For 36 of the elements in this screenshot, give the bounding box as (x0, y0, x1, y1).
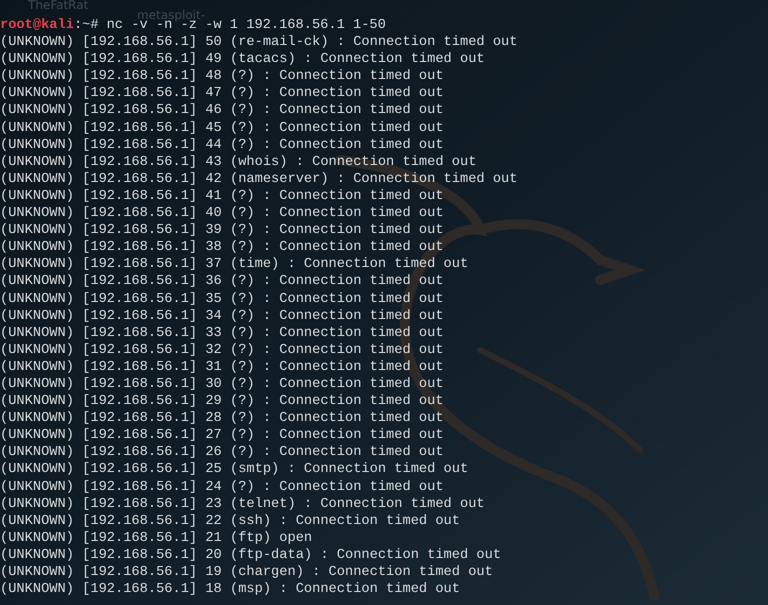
output-line: (UNKNOWN) [192.168.56.1] 32 (?) : Connection timed out (0, 342, 444, 359)
output-line: (UNKNOWN) [192.168.56.1] 44 (?) : Connection timed out (0, 136, 444, 154)
output-line: (UNKNOWN) [192.168.56.1] 48 (?) : Connection timed out (0, 68, 444, 86)
output-line: (UNKNOWN) [192.168.56.1] 38 (?) : Connection timed out (0, 239, 444, 256)
output-line: (UNKNOWN) [192.168.56.1] 43 (whois) : Connection timed out (0, 154, 476, 171)
output-line: (UNKNOWN) [192.168.56.1] 31 (?) : Connection timed out (0, 358, 444, 376)
output-line: (UNKNOWN) [192.168.56.1] 26 (?) : Connection timed out (0, 444, 444, 462)
output-line: (UNKNOWN) [192.168.56.1] 34 (?) : Connection timed out (0, 308, 444, 325)
output-line: (UNKNOWN) [192.168.56.1] 33 (?) : Connection timed out (0, 324, 444, 342)
prompt-path: :~# (74, 17, 99, 34)
output-line: (UNKNOWN) [192.168.56.1] 20 (ftp-data) : Connection timed out (0, 546, 502, 564)
output-line: (UNKNOWN) [192.168.56.1] 30 (?) : Connection timed out (0, 376, 444, 394)
output-line: (UNKNOWN) [192.168.56.1] 36 (?) : Connection timed out (0, 273, 444, 290)
output-line: (UNKNOWN) [192.168.56.1] 49 (tacacs) : Connection timed out (0, 51, 485, 68)
output-line: (UNKNOWN) [192.168.56.1] 50 (re-mail-ck) : Connection timed out (0, 34, 518, 52)
output-line: (UNKNOWN) [192.168.56.1] 28 (?) : Connection timed out (0, 410, 444, 428)
output-line: (UNKNOWN) [192.168.56.1] 40 (?) : Connection timed out (0, 205, 444, 222)
output-line: (UNKNOWN) [192.168.56.1] 37 (time) : Connection timed out (0, 256, 468, 274)
output-line: (UNKNOWN) [192.168.56.1] 46 (?) : Connection timed out (0, 102, 444, 120)
output-line: (UNKNOWN) [192.168.56.1] 35 (?) : Connection timed out (0, 290, 444, 308)
output-line: (UNKNOWN) [192.168.56.1] 21 (ftp) open (0, 530, 312, 547)
output-line: (UNKNOWN) [192.168.56.1] 29 (?) : Connection timed out (0, 393, 444, 410)
output-line: (UNKNOWN) [192.168.56.1] 23 (telnet) : Connection timed out (0, 496, 485, 513)
output-line: (UNKNOWN) [192.168.56.1] 25 (smtp) : Connection timed out (0, 461, 468, 479)
output-line: (UNKNOWN) [192.168.56.1] 24 (?) : Connection timed out (0, 478, 444, 496)
output-line: (UNKNOWN) [192.168.56.1] 39 (?) : Connection timed out (0, 222, 444, 240)
prompt-user-host: root@kali (0, 17, 74, 34)
output-line: (UNKNOWN) [192.168.56.1] 19 (chargen) : Connection timed out (0, 564, 493, 582)
desktop-icon-label: metasploit- (137, 7, 206, 22)
output-line: (UNKNOWN) [192.168.56.1] 41 (?) : Connection timed out (0, 188, 444, 206)
output-line: (UNKNOWN) [192.168.56.1] 18 (msp) : Connection timed out (0, 581, 460, 598)
output-line: (UNKNOWN) [192.168.56.1] 47 (?) : Connection timed out (0, 85, 444, 102)
output-line: (UNKNOWN) [192.168.56.1] 42 (nameserver) : Connection timed out (0, 170, 518, 188)
output-line: (UNKNOWN) [192.168.56.1] 27 (?) : Connection timed out (0, 427, 444, 444)
output-line: (UNKNOWN) [192.168.56.1] 45 (?) : Connection timed out (0, 120, 444, 137)
output-line: (UNKNOWN) [192.168.56.1] 22 (ssh) : Connection timed out (0, 512, 460, 530)
